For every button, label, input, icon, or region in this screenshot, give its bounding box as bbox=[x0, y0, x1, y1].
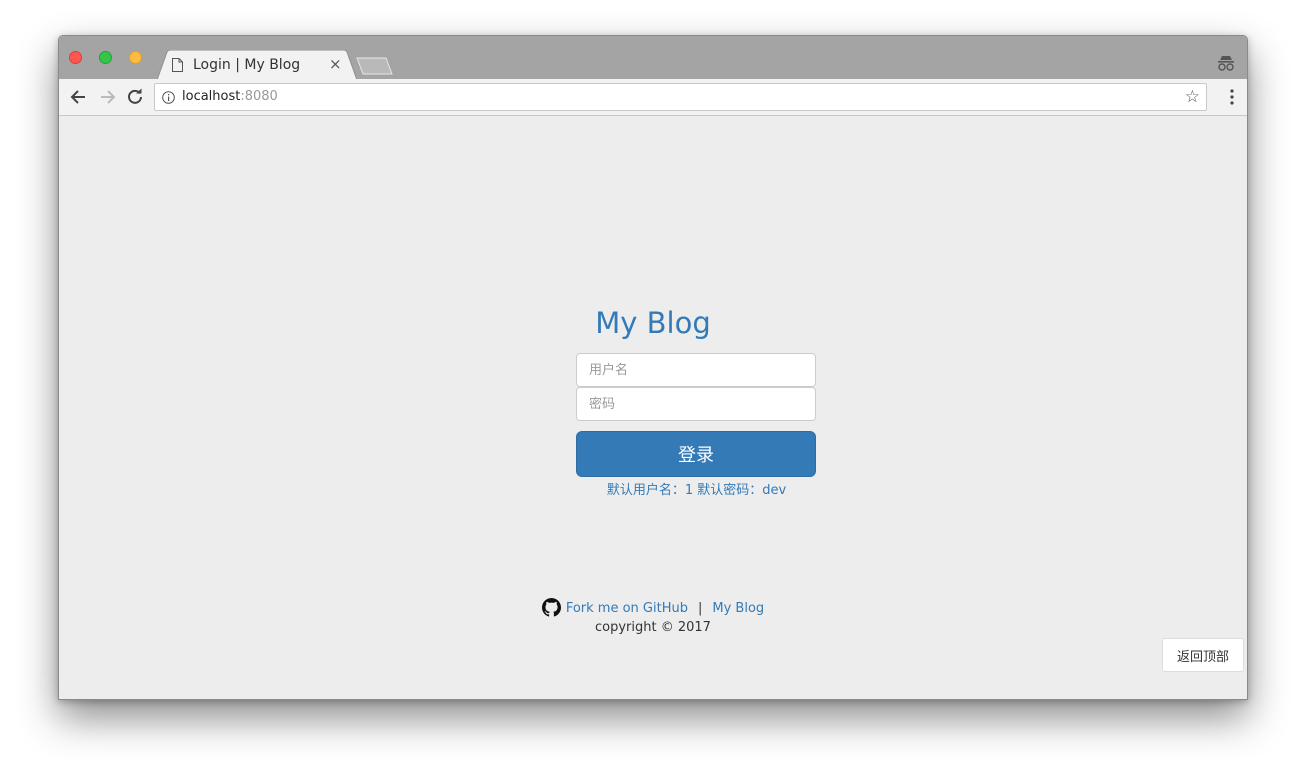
password-input[interactable] bbox=[576, 387, 816, 421]
browser-menu-icon[interactable] bbox=[1229, 87, 1235, 107]
login-button[interactable]: 登录 bbox=[576, 431, 816, 477]
browser-window: Login | My Blog × localhost:8080 ☆ My Bl… bbox=[58, 35, 1248, 700]
copyright-text: copyright © 2017 bbox=[595, 620, 711, 635]
page-content: My Blog 登录 默认用户名：1 默认密码：dev Fork me on G… bbox=[59, 116, 1247, 699]
tab-title: Login | My Blog bbox=[193, 57, 301, 73]
minimize-window-button[interactable] bbox=[129, 51, 142, 64]
blog-link[interactable]: My Blog bbox=[712, 601, 764, 616]
username-input[interactable] bbox=[576, 353, 816, 387]
back-to-top-button[interactable]: 返回顶部 bbox=[1162, 638, 1244, 672]
reload-icon[interactable] bbox=[125, 87, 145, 107]
info-icon[interactable] bbox=[162, 91, 175, 104]
title-bar: Login | My Blog × bbox=[59, 36, 1247, 80]
maximize-window-button[interactable] bbox=[99, 51, 112, 64]
page-icon bbox=[172, 58, 183, 72]
close-window-button[interactable] bbox=[69, 51, 82, 64]
tab-close-icon[interactable]: × bbox=[329, 56, 342, 72]
incognito-icon bbox=[1218, 56, 1234, 71]
bookmark-star-icon[interactable]: ☆ bbox=[1185, 88, 1200, 106]
url-text: localhost:8080 bbox=[182, 89, 278, 104]
page-title: My Blog bbox=[595, 306, 711, 340]
footer-separator: | bbox=[697, 601, 703, 616]
browser-toolbar: localhost:8080 ☆ bbox=[59, 79, 1247, 116]
github-link[interactable]: Fork me on GitHub bbox=[566, 601, 688, 616]
github-icon bbox=[541, 598, 561, 617]
footer-links: Fork me on GitHub | My Blog bbox=[59, 598, 1247, 617]
new-tab-button[interactable] bbox=[356, 56, 394, 76]
default-credentials-hint: 默认用户名：1 默认密码：dev bbox=[606, 483, 787, 498]
forward-arrow-icon[interactable] bbox=[97, 87, 117, 107]
url-port: :8080 bbox=[240, 89, 278, 104]
url-host: localhost bbox=[182, 89, 241, 104]
back-arrow-icon[interactable] bbox=[69, 87, 89, 107]
address-bar[interactable]: localhost:8080 ☆ bbox=[154, 83, 1207, 111]
tab-login[interactable]: Login | My Blog × bbox=[157, 50, 357, 80]
